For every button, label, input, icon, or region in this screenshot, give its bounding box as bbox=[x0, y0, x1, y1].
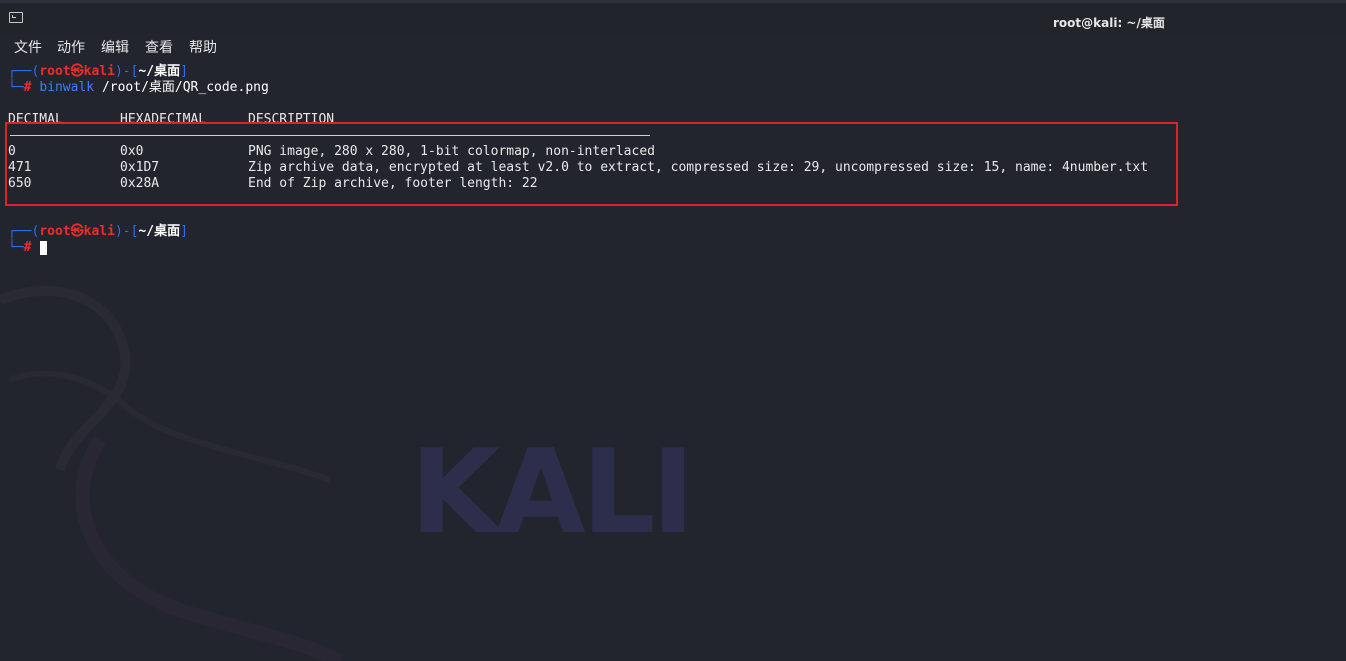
window-title: root@kali: ~/桌面 bbox=[1053, 16, 1165, 30]
text-cursor bbox=[40, 241, 47, 255]
menu-edit[interactable]: 编辑 bbox=[101, 37, 129, 57]
menu-view[interactable]: 查看 bbox=[145, 37, 173, 57]
menu-help[interactable]: 帮助 bbox=[189, 37, 217, 57]
prompt-frame: ] bbox=[180, 224, 188, 239]
prompt-frame: )-[ bbox=[114, 224, 139, 239]
terminal-icon bbox=[9, 12, 23, 23]
prompt-hash: # bbox=[23, 240, 32, 255]
prompt-line: ┌──(root㉿kali)-[~/桌面] bbox=[8, 224, 188, 240]
input-line[interactable]: └─# bbox=[8, 240, 31, 256]
prompt-frame: ┌──( bbox=[8, 224, 40, 239]
prompt-user: root㉿kali bbox=[39, 224, 115, 239]
menu-action[interactable]: 动作 bbox=[57, 37, 85, 57]
prompt-path: ~/桌面 bbox=[138, 224, 181, 239]
highlight-box bbox=[5, 122, 1178, 206]
menu-bar: 文件 动作 编辑 查看 帮助 bbox=[0, 34, 1346, 58]
title-bar: root@kali: ~/桌面 bbox=[0, 0, 1346, 34]
kali-wordmark-watermark: KALI bbox=[410, 425, 695, 560]
prompt-frame: └─ bbox=[8, 240, 24, 255]
kali-dragon-watermark bbox=[0, 285, 344, 661]
menu-file[interactable]: 文件 bbox=[14, 37, 42, 57]
